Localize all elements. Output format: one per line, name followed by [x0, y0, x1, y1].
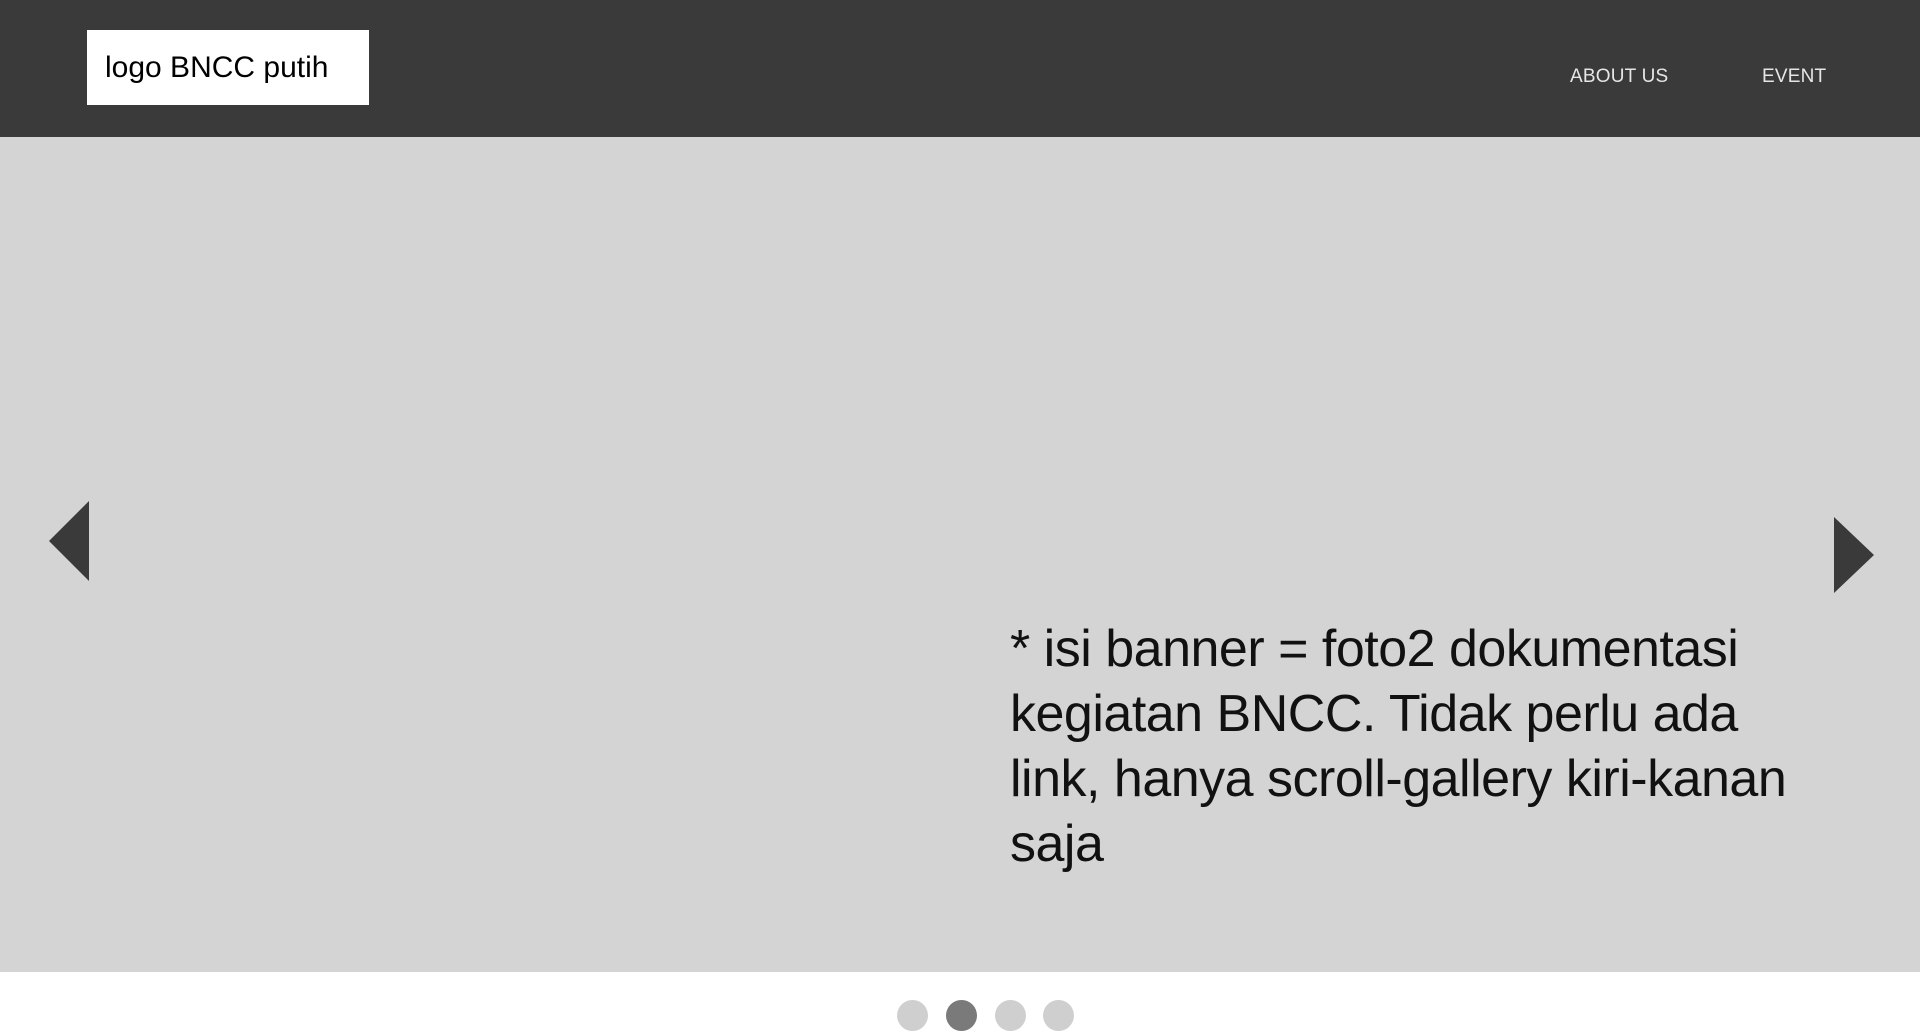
nav-about-us[interactable]: ABOUT US — [1570, 66, 1668, 88]
nav-event[interactable]: EVENT — [1762, 66, 1826, 88]
site-header: logo BNCC putih ABOUT US EVENT — [0, 0, 1920, 137]
previous-slide-button[interactable] — [49, 501, 89, 581]
page: logo BNCC putih ABOUT US EVENT * isi ban… — [0, 0, 1920, 1031]
next-slide-button[interactable] — [1834, 517, 1874, 593]
carousel-dot-active[interactable] — [946, 1000, 977, 1031]
carousel-dot[interactable] — [897, 1000, 928, 1031]
carousel-dot[interactable] — [1043, 1000, 1074, 1031]
logo-label: logo BNCC putih — [105, 50, 329, 84]
banner-gallery[interactable]: * isi banner = foto2 dokumentasi kegiata… — [0, 137, 1920, 972]
triangle-right-icon — [1834, 517, 1874, 593]
banner-annotation: * isi banner = foto2 dokumentasi kegiata… — [1010, 620, 1787, 873]
carousel-indicators — [0, 1000, 1920, 1031]
logo-placeholder[interactable]: logo BNCC putih — [87, 30, 369, 105]
carousel-dot[interactable] — [995, 1000, 1026, 1031]
triangle-left-icon — [49, 501, 89, 581]
